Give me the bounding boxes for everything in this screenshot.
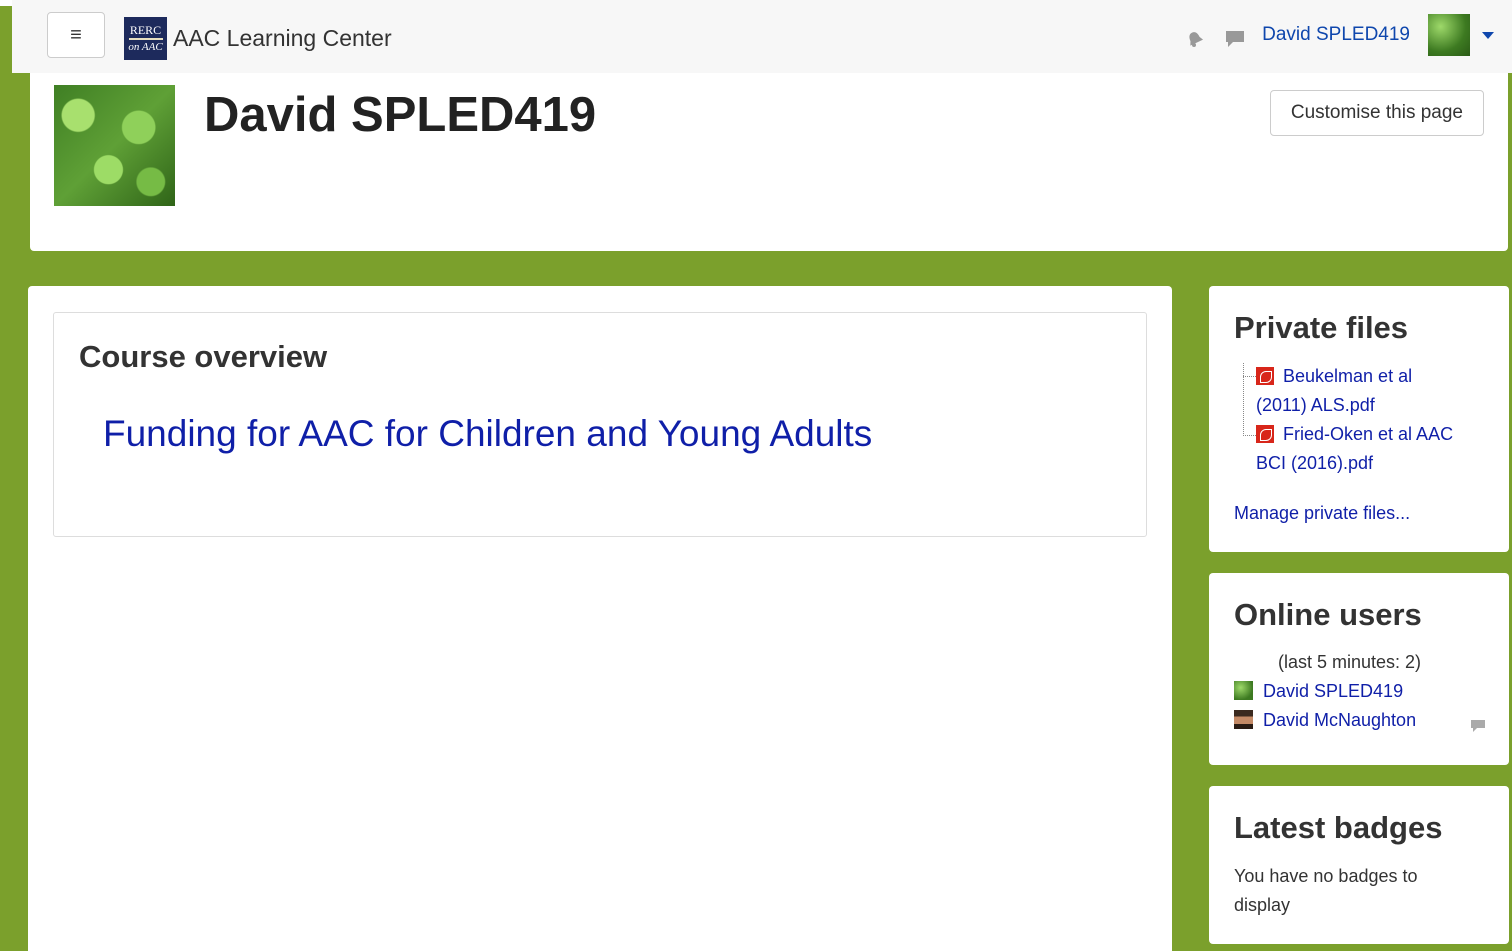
user-avatar[interactable] [1428,14,1470,56]
page-title: David SPLED419 [204,88,597,142]
online-user-link[interactable]: David SPLED419 [1263,681,1403,701]
notification-bell-icon[interactable] [1182,26,1208,52]
private-files-block: Private files Beukelman et al (2011) ALS… [1209,286,1509,552]
menu-toggle-button[interactable]: ≡ [47,12,105,58]
course-overview-block: Course overview Funding for AAC for Chil… [53,312,1147,537]
online-user-link[interactable]: David McNaughton [1263,710,1416,730]
online-users-subtitle: (last 5 minutes: 2) [1278,652,1422,672]
tree-line [1243,363,1244,436]
site-name[interactable]: AAC Learning Center [173,25,392,52]
private-files-heading: Private files [1234,310,1409,345]
logo-wave [128,37,163,40]
customise-page-button[interactable]: Customise this page [1269,90,1484,136]
private-file-link[interactable]: Beukelman et al [1283,366,1412,386]
send-message-icon[interactable] [1470,719,1486,738]
user-avatar [1234,710,1253,729]
hamburger-icon: ≡ [70,23,82,46]
messages-icon[interactable] [1222,26,1248,52]
chevron-down-icon[interactable] [1482,31,1494,39]
latest-badges-block: Latest badges You have no badges to disp… [1209,786,1509,944]
site-brand[interactable]: RERC on AAC AAC Learning Center [124,17,392,60]
logo-text-top: RERC [129,22,162,37]
private-file-link[interactable]: (2011) ALS.pdf [1256,395,1375,415]
no-badges-line: display [1234,895,1291,915]
latest-badges-heading: Latest badges [1234,810,1443,845]
course-link[interactable]: Funding for AAC for Children and Young A… [103,413,872,455]
private-file-item[interactable]: Fried-Oken et al AAC BCI (2016).pdf [1256,420,1501,478]
tree-line [1243,376,1256,377]
manage-private-files-link[interactable]: Manage private files... [1234,499,1410,528]
online-user-item[interactable]: David SPLED419 [1234,677,1403,706]
pdf-icon [1256,367,1274,385]
navbar: ≡ RERC on AAC AAC Learning Center David … [12,0,1512,73]
site-logo: RERC on AAC [124,17,167,60]
main-region: Course overview Funding for AAC for Chil… [28,286,1172,951]
online-users-heading: Online users [1234,597,1422,632]
nav-user-area: David SPLED419 [1182,14,1494,56]
no-badges-line: You have no badges to [1234,866,1418,886]
user-menu-name[interactable]: David SPLED419 [1262,24,1410,46]
profile-picture [54,85,175,206]
private-file-link[interactable]: Fried-Oken et al AAC [1283,424,1453,444]
online-users-block: Online users (last 5 minutes: 2) David S… [1209,573,1509,765]
no-badges-text: You have no badges to display [1234,862,1418,920]
private-file-link[interactable]: BCI (2016).pdf [1256,453,1373,473]
page-header: David SPLED419 Customise this page [30,73,1508,251]
tree-line [1243,435,1256,436]
pdf-icon [1256,425,1274,443]
user-avatar [1234,681,1253,700]
private-file-item[interactable]: Beukelman et al (2011) ALS.pdf [1256,362,1501,420]
logo-text-bottom: on AAC [128,40,163,53]
online-user-item[interactable]: David McNaughton [1234,706,1416,735]
course-overview-heading: Course overview [79,339,328,374]
